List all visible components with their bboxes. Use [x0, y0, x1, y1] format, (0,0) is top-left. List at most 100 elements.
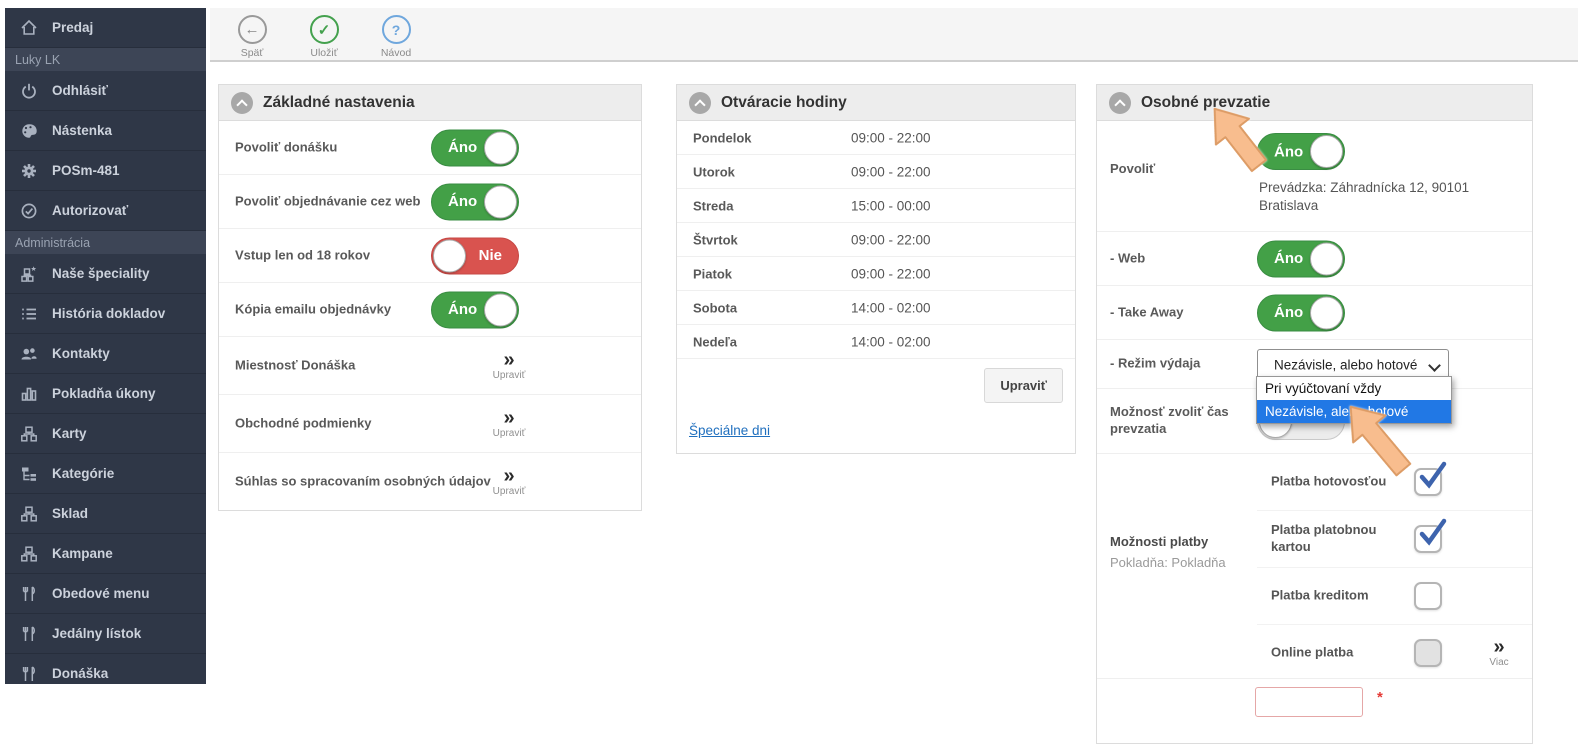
document-list-icon [19, 305, 39, 323]
checkbox-cash[interactable] [1414, 468, 1442, 496]
sidebar-item-label: Obedové menu [52, 586, 150, 601]
sidebar-item-donaska[interactable]: Donáška [5, 654, 206, 684]
payment-option-online: Online platba » Viac [1257, 625, 1532, 681]
toggle-knob [484, 293, 517, 326]
help-button[interactable]: ? Návod [370, 15, 422, 60]
toggle-delivery[interactable]: Áno [431, 129, 519, 166]
power-icon [19, 82, 39, 100]
category-tree-icon [19, 465, 39, 483]
edit-hours-button[interactable]: Upraviť [984, 368, 1063, 403]
hours-row-wednesday: Streda 15:00 - 00:00 [677, 189, 1075, 223]
toggle-pickup-web[interactable]: Áno [1257, 240, 1345, 277]
pickup-row-takeaway: - Take Away Áno [1097, 286, 1532, 340]
sitemap-icon [19, 425, 39, 443]
dispense-mode-dropdown-list: Pri vyúčtovaní vždy Nezávisle, alebo hot… [1256, 376, 1452, 424]
sidebar-item-label: Pokladňa úkony [52, 386, 156, 401]
sidebar-item-nastenka[interactable]: Nástenka [5, 111, 206, 151]
sidebar-item-predaj[interactable]: Predaj [5, 8, 206, 48]
sidebar-item-label: História dokladov [52, 306, 165, 321]
checkbox-credit[interactable] [1414, 582, 1442, 610]
sidebar-item-label: Sklad [52, 506, 88, 521]
save-button[interactable]: ✓ Uložiť [298, 15, 350, 60]
collapse-chevron-icon[interactable] [1109, 92, 1131, 114]
required-input[interactable] [1255, 687, 1363, 717]
setting-row-delivery-room: Miestnosť Donáška » Upraviť [219, 337, 641, 395]
sidebar-item-label: Predaj [52, 20, 93, 35]
double-angle-icon: » [1475, 638, 1523, 656]
panel-basic-settings: Základné nastavenia Povoliť donášku Áno … [218, 84, 642, 511]
sidebar-item-kampane[interactable]: Kampane [5, 534, 206, 574]
panel-opening-hours: Otváracie hodiny Pondelok 09:00 - 22:00 … [676, 84, 1076, 454]
toggle-pickup-takeaway[interactable]: Áno [1257, 294, 1345, 331]
sidebar-item-karty[interactable]: Karty [5, 414, 206, 454]
panel-basic-header: Základné nastavenia [219, 85, 641, 121]
double-angle-icon: » [485, 409, 533, 427]
edit-terms-button[interactable]: » Upraviť [485, 409, 533, 439]
edit-delivery-room-button[interactable]: » Upraviť [485, 351, 533, 381]
sidebar-item-obedove-menu[interactable]: Obedové menu [5, 574, 206, 614]
sidebar: Predaj Luky LK Odhlásiť Nástenka POSm-48… [5, 8, 206, 684]
save-check-icon: ✓ [310, 15, 339, 44]
toggle-age-18[interactable]: Nie [431, 237, 519, 274]
sidebar-item-kategorie[interactable]: Kategórie [5, 454, 206, 494]
sidebar-item-jedalny-listok[interactable]: Jedálny lístok [5, 614, 206, 654]
chevron-down-icon [1428, 359, 1441, 372]
sidebar-item-specialities[interactable]: Naše špeciality [5, 254, 206, 294]
sidebar-item-label: Karty [52, 426, 87, 441]
sidebar-item-label: Autorizovať [52, 203, 128, 218]
collapse-chevron-icon[interactable] [231, 92, 253, 114]
collapse-chevron-icon[interactable] [689, 92, 711, 114]
sidebar-item-posm[interactable]: POSm-481 [5, 151, 206, 191]
back-button[interactable]: ← Späť [226, 15, 278, 60]
home-icon [19, 19, 39, 37]
cutlery-icon [19, 625, 39, 643]
double-angle-icon: » [485, 351, 533, 369]
checkbox-card[interactable] [1414, 525, 1442, 553]
special-days-link[interactable]: Špeciálne dni [689, 423, 770, 438]
sidebar-item-label: Donáška [52, 666, 108, 681]
sitemap-icon [19, 505, 39, 523]
toggle-knob [1310, 296, 1343, 329]
hours-row-thursday: Štvrtok 09:00 - 22:00 [677, 223, 1075, 257]
sitemap-icon [19, 545, 39, 563]
hours-row-friday: Piatok 09:00 - 22:00 [677, 257, 1075, 291]
hours-row-tuesday: Utorok 09:00 - 22:00 [677, 155, 1075, 189]
sidebar-item-pokladna-ukony[interactable]: Pokladňa úkony [5, 374, 206, 414]
payment-option-cash: Platba hotovosťou [1257, 454, 1532, 511]
sidebar-item-odhlasit[interactable]: Odhlásiť [5, 71, 206, 111]
toggle-knob [433, 239, 466, 272]
toggle-email-copy[interactable]: Áno [431, 291, 519, 328]
panel-title: Základné nastavenia [263, 94, 415, 112]
setting-row-email-copy: Kópia emailu objednávky Áno [219, 283, 641, 337]
toggle-pickup-enable[interactable]: Áno [1257, 133, 1345, 170]
toolbar: ← Späť ✓ Uložiť ? Návod [210, 8, 1578, 62]
setting-row-delivery: Povoliť donášku Áno [219, 121, 641, 175]
app-window: Predaj Luky LK Odhlásiť Nástenka POSm-48… [0, 0, 1588, 701]
toggle-web-orders[interactable]: Áno [431, 183, 519, 220]
sidebar-item-label: Kontakty [52, 346, 110, 361]
sidebar-item-label: Nástenka [52, 123, 112, 138]
checkbox-online[interactable] [1414, 639, 1442, 667]
toggle-knob [1310, 242, 1343, 275]
dropdown-option-2-selected[interactable]: Nezávisle, alebo hotové [1257, 400, 1451, 423]
sidebar-item-label: Kategórie [52, 466, 114, 481]
online-payment-more-button[interactable]: » Viac [1475, 638, 1523, 668]
sidebar-item-label: Jedálny lístok [52, 626, 141, 641]
bar-chart-icon [19, 385, 39, 403]
panel-title: Osobné prevzatie [1141, 94, 1270, 112]
check-circle-icon [19, 202, 39, 220]
setting-row-gdpr: Súhlas so spracovaním osobných údajov » … [219, 453, 641, 510]
required-marker: * [1377, 689, 1383, 706]
cutlery-icon [19, 665, 39, 683]
sidebar-item-kontakty[interactable]: Kontakty [5, 334, 206, 374]
setting-row-age-18: Vstup len od 18 rokov Nie [219, 229, 641, 283]
sidebar-item-historia[interactable]: História dokladov [5, 294, 206, 334]
panel-personal-pickup: Osobné prevzatie Povoliť Áno Prevádzka: … [1096, 84, 1533, 744]
setting-row-terms: Obchodné podmienky » Upraviť [219, 395, 641, 453]
sidebar-item-autorizovat[interactable]: Autorizovať [5, 191, 206, 231]
dropdown-option-1[interactable]: Pri vyúčtovaní vždy [1257, 377, 1451, 400]
hours-row-sunday: Nedeľa 14:00 - 02:00 [677, 325, 1075, 359]
toggle-knob [1310, 135, 1343, 168]
sidebar-item-sklad[interactable]: Sklad [5, 494, 206, 534]
edit-gdpr-button[interactable]: » Upraviť [485, 467, 533, 497]
